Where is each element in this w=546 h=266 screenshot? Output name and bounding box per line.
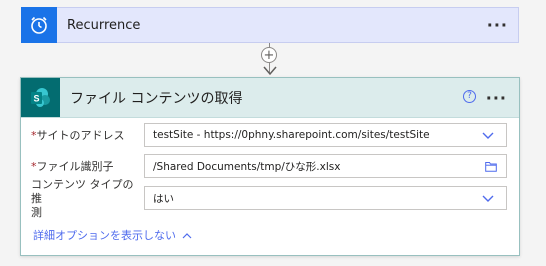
recurrence-trigger-card[interactable]: Recurrence ··· [21,6,519,43]
sharepoint-icon-box: S [21,78,60,117]
get-file-content-action-card: S ファイル コンテンツの取得 ? ··· *サイトのアドレス testSite… [20,77,520,256]
site-address-row: *サイトのアドレス testSite - https://0phny.share… [31,123,507,149]
sharepoint-icon: S [30,87,50,107]
site-address-dropdown[interactable]: testSite - https://0phny.sharepoint.com/… [144,123,507,147]
infer-content-type-dropdown[interactable]: はい [144,186,507,210]
trigger-title: Recurrence [67,17,141,33]
connector-arrow-icon [263,66,277,76]
add-step-button[interactable]: + [261,47,277,63]
file-identifier-label: *ファイル識別子 [31,160,114,173]
action-header[interactable]: S ファイル コンテンツの取得 ? ··· [21,78,519,118]
svg-text:S: S [33,93,39,103]
site-address-value: testSite - https://0phny.sharepoint.com/… [153,129,430,141]
chevron-down-icon[interactable] [482,130,494,140]
hide-advanced-options-link[interactable]: 詳細オプションを表示しない [33,227,192,243]
trigger-more-options-button[interactable]: ··· [487,16,508,35]
chevron-up-icon [182,232,192,238]
action-title: ファイル コンテンツの取得 [70,90,243,107]
folder-icon[interactable] [485,161,497,172]
infer-content-type-row: コンテンツ タイプの推 測 はい [31,178,507,219]
chevron-down-icon[interactable] [482,193,494,203]
file-identifier-value: /Shared Documents/tmp/ひな形.xlsx [153,160,341,173]
site-address-label: *サイトのアドレス [31,129,125,142]
recurrence-icon-box [21,6,57,43]
file-identifier-input[interactable]: /Shared Documents/tmp/ひな形.xlsx [144,154,507,178]
infer-content-type-label: コンテンツ タイプの推 測 [31,178,134,219]
infer-content-type-value: はい [153,192,174,205]
alarm-clock-icon [31,16,47,34]
action-more-options-button[interactable]: ··· [486,88,507,107]
file-identifier-row: *ファイル識別子 /Shared Documents/tmp/ひな形.xlsx [31,154,507,180]
help-icon[interactable]: ? [463,90,476,103]
